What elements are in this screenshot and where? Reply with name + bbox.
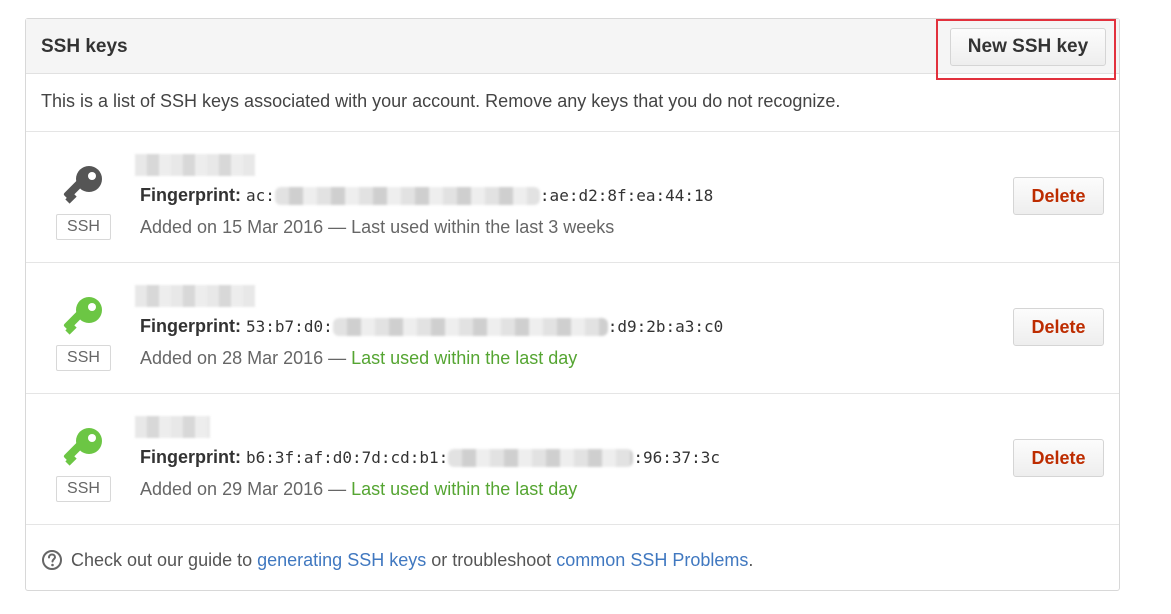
question-circle-icon bbox=[42, 550, 62, 570]
fingerprint-label: Fingerprint: bbox=[140, 185, 241, 205]
fingerprint-end: :96:37:3c bbox=[633, 448, 721, 467]
help-footer: Check out our guide to generating SSH ke… bbox=[26, 525, 1119, 590]
new-ssh-key-button[interactable]: New SSH key bbox=[950, 28, 1106, 66]
ssh-badge: SSH bbox=[56, 214, 111, 240]
added-date: Added on 15 Mar 2016 — bbox=[140, 217, 352, 237]
key-title-redacted bbox=[135, 154, 255, 176]
key-title-redacted bbox=[135, 416, 210, 438]
delete-key-button[interactable]: Delete bbox=[1013, 177, 1104, 215]
last-used: Last used within the last day bbox=[351, 348, 578, 368]
key-icon bbox=[63, 297, 102, 335]
generating-ssh-keys-link[interactable]: generating SSH keys bbox=[257, 550, 426, 570]
delete-key-button[interactable]: Delete bbox=[1013, 308, 1104, 346]
panel-header: SSH keys New SSH key bbox=[26, 19, 1119, 80]
fingerprint-end: :d9:2b:a3:c0 bbox=[607, 317, 724, 336]
last-used: Last used within the last day bbox=[351, 479, 578, 499]
fingerprint: Fingerprint: 53:b7:d0: :d9:2b:a3:c0 bbox=[140, 316, 723, 337]
ssh-key-row: SSH Fingerprint: 53:b7:d0: :d9:2b:a3:c0 A… bbox=[26, 263, 1119, 394]
last-used: Last used within the last 3 weeks bbox=[351, 217, 615, 237]
key-icon bbox=[63, 428, 102, 466]
panel-title: SSH keys bbox=[41, 36, 128, 57]
fingerprint-start: ac: bbox=[246, 186, 275, 205]
fingerprint-redacted bbox=[448, 449, 634, 468]
ssh-keys-panel: SSH keys New SSH key This is a list of S… bbox=[25, 18, 1120, 591]
added-info: Added on 15 Mar 2016 — Last used within … bbox=[140, 217, 614, 238]
added-date: Added on 29 Mar 2016 — bbox=[140, 479, 352, 499]
fingerprint-label: Fingerprint: bbox=[140, 447, 241, 467]
ssh-badge: SSH bbox=[56, 345, 111, 371]
key-icon bbox=[63, 166, 102, 204]
fingerprint: Fingerprint: b6:3f:af:d0:7d:cd:b1: :96:37… bbox=[140, 447, 720, 468]
footer-text-middle: or troubleshoot bbox=[426, 550, 557, 570]
key-title-redacted bbox=[135, 285, 255, 307]
fingerprint-redacted bbox=[274, 187, 540, 206]
ssh-key-row: SSH Fingerprint: b6:3f:af:d0:7d:cd:b1: :9… bbox=[26, 394, 1119, 525]
ssh-badge: SSH bbox=[56, 476, 111, 502]
footer-text-after: . bbox=[748, 550, 754, 570]
common-ssh-problems-link[interactable]: common SSH Problems bbox=[556, 550, 748, 570]
fingerprint: Fingerprint: ac: :ae:d2:8f:ea:44:18 bbox=[140, 185, 713, 206]
delete-key-button[interactable]: Delete bbox=[1013, 439, 1104, 477]
added-info: Added on 29 Mar 2016 — Last used within … bbox=[140, 479, 577, 500]
fingerprint-redacted bbox=[332, 318, 608, 337]
added-info: Added on 28 Mar 2016 — Last used within … bbox=[140, 348, 577, 369]
fingerprint-end: :ae:d2:8f:ea:44:18 bbox=[539, 186, 714, 205]
intro-text: This is a list of SSH keys associated wi… bbox=[26, 74, 1119, 132]
fingerprint-label: Fingerprint: bbox=[140, 316, 241, 336]
fingerprint-start: 53:b7:d0: bbox=[246, 317, 333, 336]
footer-text-before: Check out our guide to bbox=[71, 550, 258, 570]
added-date: Added on 28 Mar 2016 — bbox=[140, 348, 352, 368]
fingerprint-start: b6:3f:af:d0:7d:cd:b1: bbox=[246, 448, 449, 467]
ssh-key-row: SSH Fingerprint: ac: :ae:d2:8f:ea:44:18 A… bbox=[26, 132, 1119, 263]
